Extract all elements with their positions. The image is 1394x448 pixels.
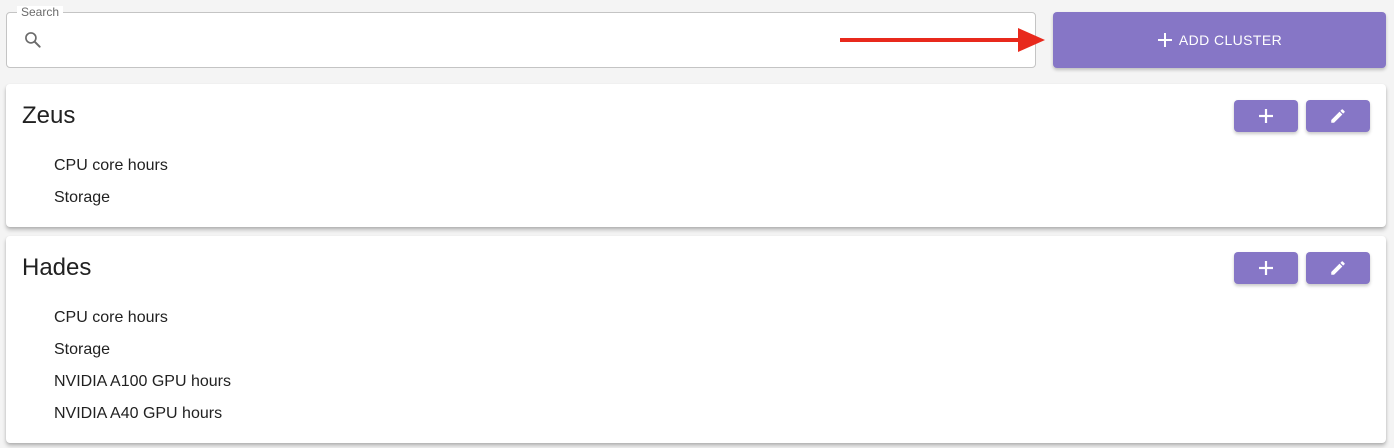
cluster-title: Hades: [22, 254, 92, 281]
resource-item: CPU core hours: [54, 309, 168, 326]
pencil-icon: [1331, 261, 1345, 275]
add-resource-button[interactable]: [1234, 252, 1298, 284]
cluster-actions: [1234, 252, 1370, 284]
resource-item: CPU core hours: [54, 157, 168, 174]
edit-cluster-button[interactable]: [1306, 252, 1370, 284]
add-cluster-label: ADD CLUSTER: [1178, 32, 1283, 48]
resource-item: NVIDIA A100 GPU hours: [54, 373, 231, 390]
cluster-actions: [1234, 100, 1370, 132]
edit-cluster-button[interactable]: [1306, 100, 1370, 132]
resource-list: CPU core hours Storage: [54, 150, 168, 214]
pencil-icon: [1331, 109, 1345, 123]
annotation-arrow: [840, 28, 1045, 52]
resource-item: NVIDIA A40 GPU hours: [54, 405, 223, 422]
plus-icon: [1259, 109, 1273, 123]
resource-item: Storage: [54, 341, 111, 358]
plus-icon: [1157, 33, 1172, 47]
plus-icon: [1259, 261, 1273, 275]
resource-item: Storage: [54, 189, 111, 206]
add-cluster-button[interactable]: ADD CLUSTER: [1053, 12, 1386, 68]
search-label: Search: [17, 6, 64, 18]
cluster-title: Zeus: [22, 102, 76, 129]
cluster-card-zeus: Zeus CPU core hours Storage: [6, 84, 1386, 227]
page: Search ADD CLUSTER Zeus CPU core hours S…: [0, 0, 1394, 448]
cluster-card-hades: Hades CPU core hours Storage NVIDIA A100…: [6, 236, 1386, 443]
add-resource-button[interactable]: [1234, 100, 1298, 132]
search-icon: [25, 32, 41, 48]
resource-list: CPU core hours Storage NVIDIA A100 GPU h…: [54, 302, 231, 430]
